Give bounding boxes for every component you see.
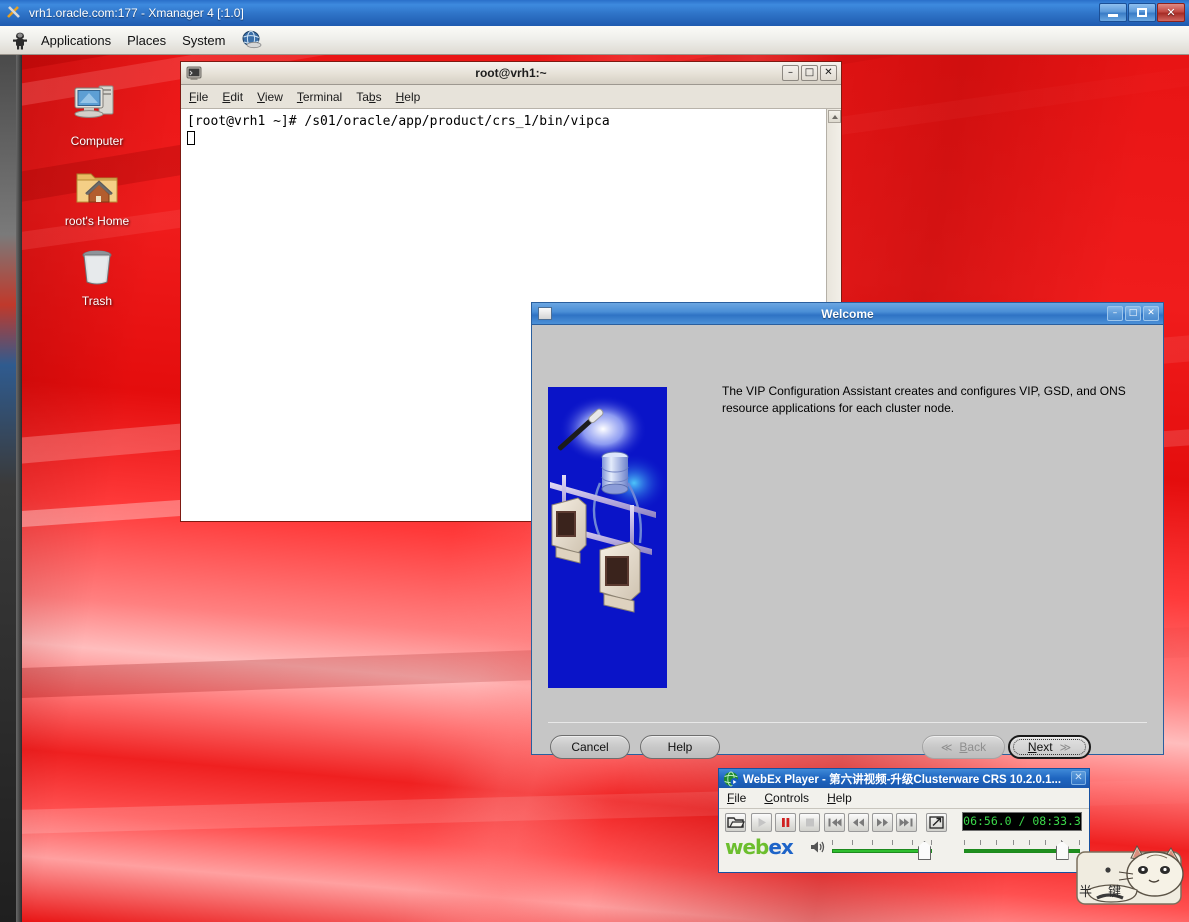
desktop-icon-home[interactable]: root's Home: [42, 158, 152, 228]
webex-menu-controls[interactable]: Controls: [764, 791, 809, 805]
terminal-line: [root@vrh1 ~]# /s01/oracle/app/product/c…: [187, 114, 610, 129]
time-display: 06:56.0 / 08:33.3: [962, 812, 1082, 831]
terminal-icon: [186, 65, 202, 81]
gnome-panel: Applications Places System: [0, 26, 1189, 55]
vipca-description: The VIP Configuration Assistant creates …: [722, 384, 1126, 415]
dialog-separator: [548, 722, 1147, 723]
webex-globe-icon: [723, 771, 739, 787]
cancel-button-label: Cancel: [571, 740, 609, 754]
previous-track-button[interactable]: [824, 813, 845, 832]
terminal-menu-view[interactable]: View: [257, 90, 283, 104]
trash-icon: [42, 238, 152, 290]
chevron-left-icon: ≪: [940, 740, 953, 754]
terminal-menu-edit[interactable]: Edit: [222, 90, 243, 104]
cat-sticker-icon: 半 键: [1075, 844, 1187, 914]
screen: vrh1.oracle.com:177 - Xmanager 4 [:1.0] …: [0, 0, 1189, 922]
volume-track: [832, 849, 932, 853]
speaker-icon: [809, 839, 827, 860]
xmanager-maximize-button[interactable]: [1128, 3, 1156, 22]
vipca-body: The VIP Configuration Assistant creates …: [532, 325, 1163, 759]
vipca-maximize-button[interactable]: □: [1125, 306, 1141, 321]
xmanager-title: vrh1.oracle.com:177 - Xmanager 4 [:1.0]: [29, 6, 244, 20]
seek-slider[interactable]: [964, 840, 1080, 860]
open-file-button[interactable]: [725, 813, 746, 832]
terminal-menu-help[interactable]: Help: [396, 90, 421, 104]
webex-logo-web: web: [725, 835, 769, 859]
xmanager-titlebar[interactable]: vrh1.oracle.com:177 - Xmanager 4 [:1.0] …: [0, 0, 1189, 26]
terminal-cursor: [187, 131, 195, 145]
terminal-window-controls: – □ ✕: [782, 65, 837, 81]
vipca-welcome-dialog[interactable]: Welcome – □ ✕ The VIP Configuration Assi…: [531, 302, 1164, 759]
menu-applications[interactable]: Applications: [33, 31, 119, 50]
rewind-button[interactable]: [848, 813, 869, 832]
webex-titlebar[interactable]: WebEx Player - 第六讲视频-升级Clusterware CRS 1…: [719, 769, 1089, 788]
close-icon: ✕: [1166, 6, 1176, 19]
xmanager-icon: [6, 5, 22, 21]
redhat-icon[interactable]: [9, 29, 31, 51]
terminal-titlebar[interactable]: root@vrh1:~ – □ ✕: [181, 62, 841, 85]
terminal-menu-file[interactable]: File: [189, 90, 208, 104]
vipca-window-controls: – □ ✕: [1107, 306, 1159, 321]
vipca-close-button[interactable]: ✕: [1143, 306, 1159, 321]
volume-ticks: [832, 840, 932, 847]
scroll-up-icon[interactable]: [827, 110, 841, 123]
stop-button: [799, 813, 820, 832]
focus-ring: [1013, 739, 1086, 755]
play-button: [751, 813, 772, 832]
back-button: ≪ Back: [922, 735, 1005, 759]
background-window-edge[interactable]: [0, 55, 22, 922]
webex-menu-file[interactable]: File: [727, 791, 746, 805]
terminal-minimize-button[interactable]: –: [782, 65, 799, 81]
fullscreen-button[interactable]: [926, 813, 947, 832]
pause-button[interactable]: [775, 813, 796, 832]
desktop-icon-trash[interactable]: Trash: [42, 238, 152, 308]
xmanager-minimize-button[interactable]: [1099, 3, 1127, 22]
desktop-icon-label: root's Home: [64, 214, 130, 228]
webex-logo: webex: [725, 835, 794, 859]
home-folder-icon: [42, 158, 152, 210]
next-button[interactable]: Next ≫: [1008, 735, 1091, 759]
vipca-title: Welcome: [821, 306, 874, 321]
menu-system[interactable]: System: [174, 31, 233, 50]
terminal-menu-terminal[interactable]: Terminal: [297, 90, 342, 104]
menu-places[interactable]: Places: [119, 31, 174, 50]
vipca-minimize-button[interactable]: –: [1107, 306, 1123, 321]
terminal-title: root@vrh1:~: [475, 66, 547, 80]
volume-slider[interactable]: [832, 840, 932, 860]
globe-browser-icon[interactable]: [241, 29, 263, 51]
webex-logo-ex: ex: [768, 835, 793, 859]
desktop-icon-label: Computer: [70, 134, 124, 148]
back-button-label: Back: [959, 740, 987, 754]
desktop-icon-computer[interactable]: Computer: [42, 78, 152, 148]
help-button[interactable]: Help: [640, 735, 720, 759]
terminal-menu-tabs[interactable]: Tabs: [356, 90, 381, 104]
webex-player-window[interactable]: WebEx Player - 第六讲视频-升级Clusterware CRS 1…: [718, 768, 1090, 873]
webex-menubar: File Controls Help: [719, 788, 1089, 809]
xmanager-window-controls: ✕: [1099, 3, 1185, 22]
computer-icon: [42, 78, 152, 130]
webex-body: webex 06:56.0 / 08:33.3: [719, 809, 1089, 872]
vipca-button-bar: Cancel Help ≪ Back Next ≫: [548, 735, 1147, 765]
webex-close-button[interactable]: ✕: [1071, 771, 1086, 785]
next-track-button[interactable]: [896, 813, 917, 832]
desktop-icon-label: Trash: [81, 294, 113, 308]
close-icon: ✕: [1074, 772, 1083, 783]
terminal-maximize-button[interactable]: □: [801, 65, 818, 81]
oracle-cluster-splash-image: [548, 387, 667, 688]
webex-menu-help[interactable]: Help: [827, 791, 852, 805]
vipca-titlebar[interactable]: Welcome – □ ✕: [532, 303, 1163, 325]
terminal-close-button[interactable]: ✕: [820, 65, 837, 81]
webex-title: WebEx Player - 第六讲视频-升级Clusterware CRS 1…: [743, 773, 1062, 786]
fast-forward-button[interactable]: [872, 813, 893, 832]
terminal-menubar: File Edit View Terminal Tabs Help: [181, 85, 841, 109]
cancel-button[interactable]: Cancel: [550, 735, 630, 759]
window-icon: [538, 307, 552, 320]
cat-sticker-text: 半 键: [1079, 885, 1128, 900]
xmanager-close-button[interactable]: ✕: [1157, 3, 1185, 22]
terminal-cursor-line: [187, 130, 835, 147]
help-button-label: Help: [667, 740, 693, 754]
